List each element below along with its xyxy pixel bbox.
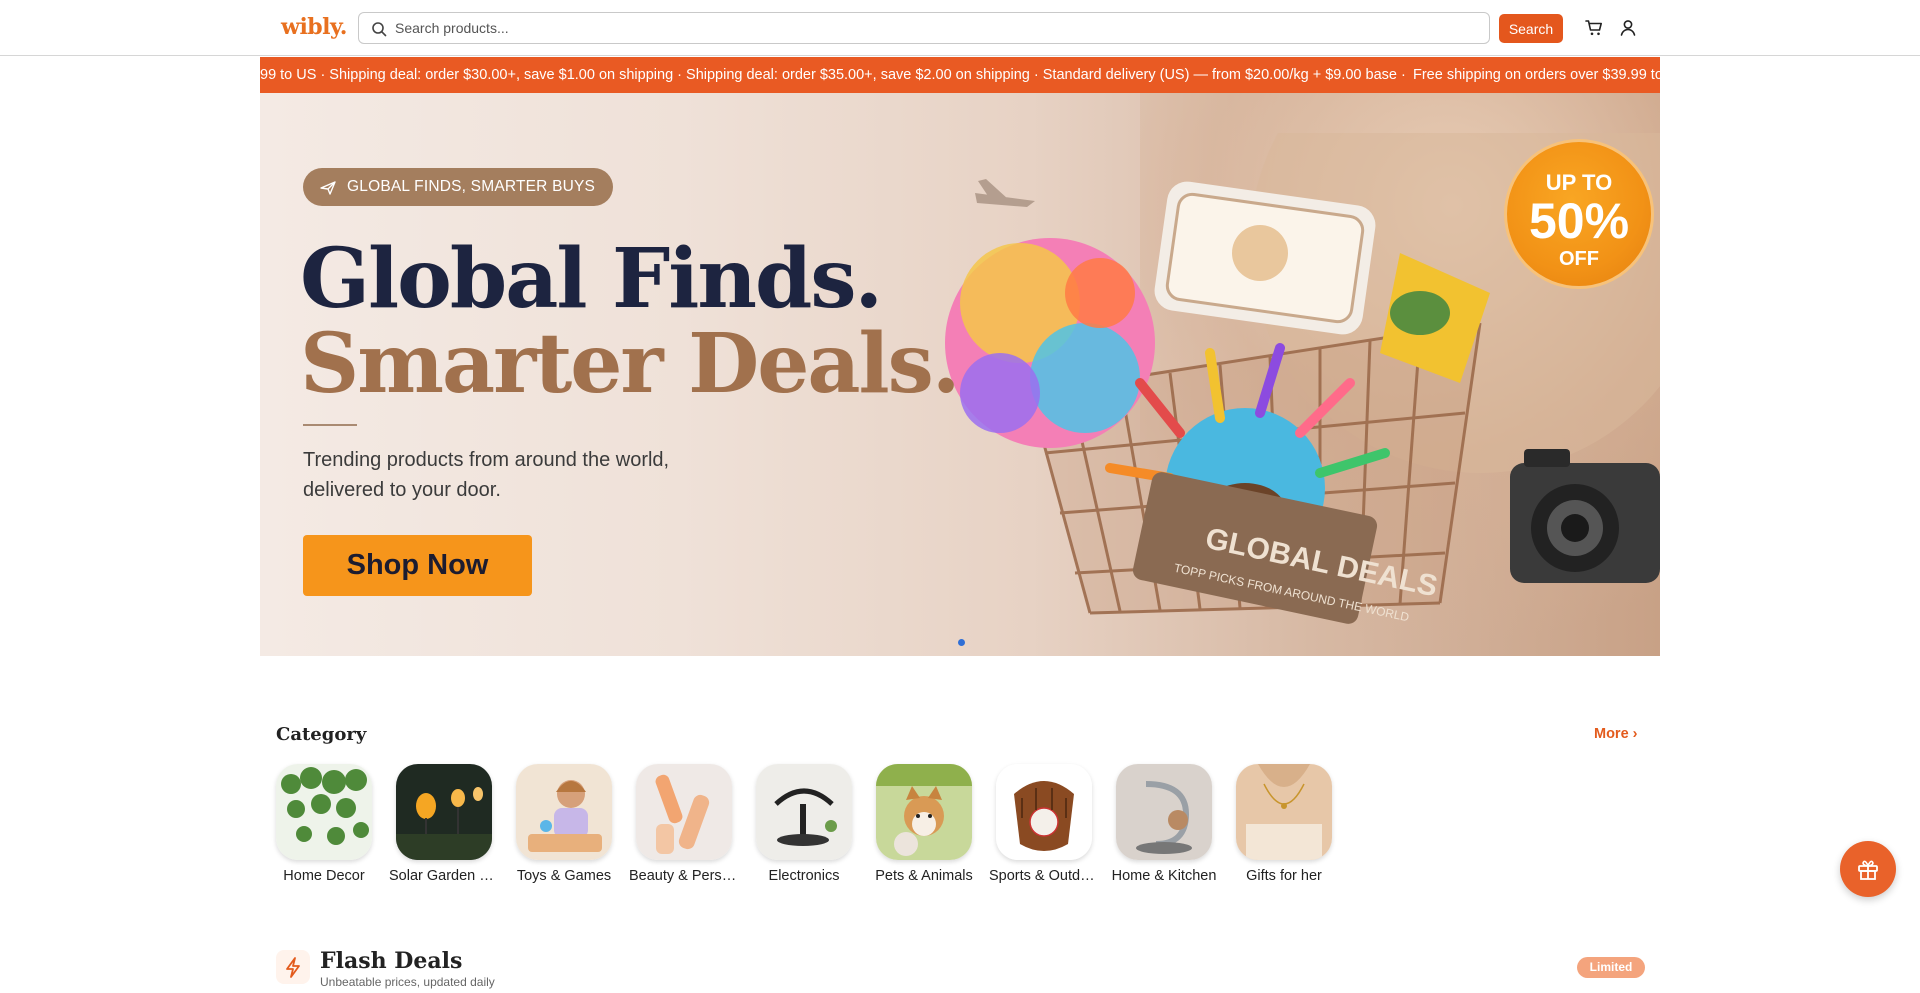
ticker-segment: 99 to US · Shipping deal: order $30.00+,… [260,67,1406,83]
discount-badge: UP TO 50% OFF [1504,139,1654,289]
hero-tagline-text: GLOBAL FINDS, SMARTER BUYS [347,178,596,195]
category-item-electronics[interactable]: Electronics [756,764,852,884]
search-button[interactable]: Search [1499,14,1563,43]
carousel-indicators [955,633,968,651]
category-item-gifts-for-her[interactable]: Gifts for her [1236,764,1332,884]
category-thumbnail [1236,764,1332,860]
category-thumbnail [876,764,972,860]
category-thumbnail [396,764,492,860]
category-label: Beauty & Personal Care [629,868,739,884]
ticker-text: 99 to US · Shipping deal: order $30.00+,… [260,67,1406,83]
category-label: Pets & Animals [875,868,973,884]
category-item-beauty-personal-care[interactable]: Beauty & Personal Care [629,764,739,884]
category-item-pets-animals[interactable]: Pets & Animals [875,764,973,884]
gift-icon [1858,860,1878,880]
category-thumbnail [636,764,732,860]
user-icon[interactable] [1618,18,1638,38]
chevron-right-icon: › [1632,726,1638,742]
category-label: Solar Garden Lights [389,868,499,884]
cart-icon[interactable] [1584,18,1604,38]
category-label: Electronics [768,868,840,884]
category-thumbnail [1116,764,1212,860]
search-bar[interactable] [358,12,1490,44]
badge-bottom-text: OFF [1559,248,1599,270]
category-label: Sports & Outdoors [989,868,1099,884]
hero-tagline-pill: GLOBAL FINDS, SMARTER BUYS [303,168,614,206]
gift-floating-button[interactable] [1840,841,1896,897]
category-item-solar-garden-lights[interactable]: Solar Garden Lights [389,764,499,884]
category-thumbnail [996,764,1092,860]
category-item-home-decor[interactable]: Home Decor [276,764,372,884]
search-icon [372,22,387,37]
category-item-home-kitchen[interactable]: Home & Kitchen [1112,764,1216,884]
flash-deals-title: Flash Deals [320,948,463,974]
flash-deals-subtitle: Unbeatable prices, updated daily [320,975,495,989]
category-label: Home Decor [283,868,365,884]
hero-headline: Global Finds. [300,231,883,327]
category-thumbnail [276,764,372,860]
search-input[interactable] [395,13,1475,43]
badge-value: 50% [1528,193,1630,249]
category-label: Gifts for her [1246,868,1322,884]
category-item-toys-games[interactable]: Toys & Games [516,764,612,884]
ticker-text: Free shipping on orders over $39.99 to [1413,67,1660,83]
shop-now-button[interactable]: Shop Now [303,535,532,596]
more-link-text: More [1594,726,1629,742]
category-heading: Category [276,724,367,745]
limited-badge: Limited [1577,957,1645,978]
category-thumbnail [516,764,612,860]
flash-deals-icon-wrapper [276,950,310,984]
hero-banner[interactable]: GLOBAL DEALS TOPP PICKS FROM AROUND THE … [260,93,1660,656]
promo-ticker: 99 to US · Shipping deal: order $30.00+,… [260,57,1660,93]
category-label: Toys & Games [516,868,612,884]
logo[interactable]: wibly. [281,14,347,40]
site-header: wibly. Search [0,0,1920,56]
airplane-icon [320,181,336,195]
hero-divider [303,424,357,426]
carousel-dot-active[interactable] [958,639,965,646]
category-item-sports-outdoors[interactable]: Sports & Outdoors [989,764,1099,884]
ticker-segment: Free shipping on orders over $39.99 to [1413,67,1660,83]
category-thumbnail [756,764,852,860]
category-label: Home & Kitchen [1111,868,1217,884]
lightning-icon [286,957,300,978]
hero-subtitle: Trending products from around the world,… [303,449,670,501]
hero-headline-accent: Smarter Deals. [300,316,960,412]
category-more-link[interactable]: More › [1594,726,1638,742]
